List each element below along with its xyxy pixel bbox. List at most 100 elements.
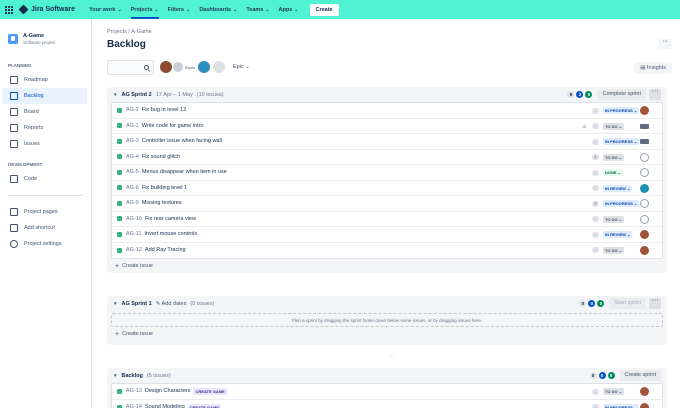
drag-handle-icon[interactable]: ⁘ bbox=[388, 352, 394, 360]
status-dropdown[interactable]: IN PROGRESS ⌄ bbox=[603, 200, 640, 207]
assignee-avatar[interactable] bbox=[640, 245, 649, 255]
issue-row[interactable]: AG-14 Sound Modeling CREATE GAME - IN PROGRE… bbox=[112, 400, 662, 408]
backlog-header[interactable]: ▼ Backlog (5 issues) 0 0 0 Create sprint bbox=[107, 368, 667, 383]
estimate-badge[interactable]: - bbox=[592, 231, 599, 238]
avatar[interactable] bbox=[198, 61, 211, 73]
sidebar-item-code[interactable]: Code bbox=[2, 171, 87, 187]
assignee-avatar[interactable] bbox=[640, 168, 649, 177]
status-dropdown[interactable]: TO DO ⌄ bbox=[603, 215, 625, 223]
estimate-badge[interactable]: - bbox=[592, 247, 599, 253]
estimate-badge[interactable]: - bbox=[592, 388, 599, 395]
create-sprint-button[interactable]: Create sprint bbox=[619, 370, 661, 381]
status-dropdown[interactable]: IN PROGRESS ⌄ bbox=[603, 107, 640, 114]
issue-row[interactable]: AG-5 Menus disappear when item in use - DON… bbox=[112, 165, 662, 181]
epic-filter-dropdown[interactable]: Epic ⌄ bbox=[233, 64, 250, 70]
assignee-avatar[interactable] bbox=[640, 139, 649, 144]
avatar[interactable] bbox=[160, 61, 172, 73]
sidebar-item-project-pages[interactable]: Project pages bbox=[2, 204, 87, 220]
assignee-avatar[interactable] bbox=[640, 230, 649, 239]
jira-logo[interactable]: Jira Software bbox=[18, 4, 75, 15]
issue-key[interactable]: AG-13 bbox=[126, 388, 142, 394]
status-dropdown[interactable]: TO DO ⌄ bbox=[603, 388, 625, 395]
create-button[interactable]: Create bbox=[309, 3, 339, 16]
estimate-badge[interactable]: - bbox=[592, 138, 599, 145]
issue-row[interactable]: AG-13 Design Characters CREATE GAME - TO DO … bbox=[112, 384, 662, 400]
issue-key[interactable]: AG-6 bbox=[126, 185, 139, 191]
estimate-badge[interactable]: - bbox=[592, 169, 599, 176]
issue-row[interactable]: AG-11 Invert mouse controls - IN REVIEW ⌄ bbox=[112, 227, 662, 243]
complete-sprint-button[interactable]: Complete sprint bbox=[597, 89, 646, 100]
nav-teams[interactable]: Teams ⌄ bbox=[246, 0, 269, 19]
issue-row[interactable]: AG-12 Add Ray Tracing - TO DO ⌄ bbox=[112, 243, 662, 259]
issue-key[interactable]: AG-5 bbox=[126, 169, 139, 175]
estimate-badge[interactable]: 2 bbox=[592, 200, 599, 207]
issue-key[interactable]: AG-2 bbox=[126, 107, 139, 113]
nav-apps[interactable]: Apps ⌄ bbox=[279, 0, 299, 19]
sidebar-item-add-shortcut[interactable]: Add shortcut bbox=[2, 220, 87, 236]
add-dates-button[interactable]: ✎ Add dates bbox=[156, 301, 187, 307]
sidebar-item-reports[interactable]: Reports bbox=[2, 120, 87, 136]
chevron-down-icon[interactable]: ▼ bbox=[113, 92, 117, 97]
status-dropdown[interactable]: IN PROGRESS ⌄ bbox=[603, 403, 640, 408]
create-issue-button[interactable]: + Create issue bbox=[107, 259, 667, 273]
start-sprint-button[interactable]: Start sprint bbox=[609, 298, 646, 309]
issue-row[interactable]: AG-6 Fix building level 1 - IN REVIEW ⌄ bbox=[112, 181, 662, 196]
sidebar-item-board[interactable]: Board bbox=[2, 104, 87, 120]
sidebar-item-backlog[interactable]: Backlog bbox=[2, 88, 87, 104]
issue-row[interactable]: AG-4 Fix sound glitch 1 TO DO ⌄ bbox=[112, 150, 662, 165]
nav-your-work[interactable]: Your work ⌄ bbox=[89, 0, 122, 19]
assignee-avatar[interactable] bbox=[640, 387, 649, 396]
issue-key[interactable]: AG-10 bbox=[126, 216, 142, 222]
issue-row[interactable]: AG-2 Fix bug in level 12 - IN PROGRESS ⌄ bbox=[112, 103, 662, 119]
issue-key[interactable]: AG-9 bbox=[126, 200, 139, 206]
breadcrumb-projects[interactable]: Projects bbox=[107, 29, 127, 35]
assignee-avatar[interactable] bbox=[640, 199, 649, 208]
assignee-avatar[interactable] bbox=[640, 214, 649, 224]
status-dropdown[interactable]: DONE ⌄ bbox=[603, 169, 624, 176]
status-dropdown[interactable]: IN REVIEW ⌄ bbox=[603, 231, 633, 238]
insights-button[interactable]: ▤ Insights bbox=[634, 62, 672, 74]
issue-key[interactable]: AG-11 bbox=[126, 231, 142, 237]
unassigned-avatar[interactable] bbox=[213, 61, 226, 73]
status-dropdown[interactable]: IN PROGRESS ⌄ bbox=[603, 138, 640, 145]
estimate-badge[interactable]: - bbox=[592, 404, 599, 408]
status-dropdown[interactable]: TO DO ⌄ bbox=[603, 122, 625, 130]
issue-key[interactable]: AG-14 bbox=[126, 404, 142, 408]
epic-label[interactable]: CREATE GAME bbox=[187, 403, 221, 408]
sidebar-item-issues[interactable]: Issues bbox=[2, 136, 87, 152]
sidebar-item-roadmap[interactable]: Roadmap bbox=[2, 72, 87, 88]
estimate-badge[interactable]: - bbox=[592, 185, 599, 191]
issue-row[interactable]: AG-1 Write code for game intro ⚠ - TO DO ⌄ bbox=[112, 119, 662, 134]
issue-row[interactable]: AG-10 Fix rear camera view - TO DO ⌄ bbox=[112, 212, 662, 227]
sprint-header[interactable]: ▼ AG Sprint 1 ✎ Add dates (0 issues) 0 0… bbox=[107, 296, 667, 311]
nav-dashboards[interactable]: Dashboards ⌄ bbox=[199, 0, 237, 19]
assignee-avatar[interactable] bbox=[640, 183, 649, 193]
project-header[interactable]: A-Game Software project bbox=[0, 19, 91, 53]
sprint-more-button[interactable]: ··· bbox=[649, 297, 661, 309]
assignee-avatar[interactable] bbox=[640, 402, 649, 408]
create-issue-button[interactable]: + Create issue bbox=[107, 327, 667, 341]
more-actions-button[interactable]: ··· bbox=[658, 38, 672, 49]
status-dropdown[interactable]: TO DO ⌄ bbox=[603, 246, 625, 254]
sprint-header[interactable]: ▼ AG Sprint 2 17 Apr – 1 May (10 issues)… bbox=[107, 87, 667, 102]
estimate-badge[interactable]: 1 bbox=[592, 154, 599, 160]
chevron-down-icon[interactable]: ▼ bbox=[113, 373, 117, 378]
nav-filters[interactable]: Filters ⌄ bbox=[168, 0, 191, 19]
issue-row[interactable]: AG-3 Controller issue when facing wall - IN… bbox=[112, 134, 662, 150]
estimate-badge[interactable]: - bbox=[592, 123, 599, 129]
assignee-avatar[interactable] bbox=[640, 152, 649, 162]
nav-projects[interactable]: Projects ⌄ bbox=[130, 0, 159, 19]
sprint-more-button[interactable]: ··· bbox=[649, 88, 661, 100]
issue-row[interactable]: AG-9 Missing textures 2 IN PROGRESS ⌄ bbox=[112, 196, 662, 212]
assignee-avatar[interactable] bbox=[640, 123, 649, 129]
assignee-avatar[interactable] bbox=[640, 106, 649, 115]
issue-key[interactable]: AG-1 bbox=[126, 123, 139, 129]
sidebar-item-project-settings[interactable]: Project settings bbox=[2, 236, 87, 252]
avatar[interactable] bbox=[173, 62, 183, 72]
search-input[interactable] bbox=[107, 60, 154, 75]
breadcrumb-project[interactable]: A-Game bbox=[131, 29, 151, 35]
estimate-badge[interactable]: - bbox=[592, 107, 599, 114]
issue-key[interactable]: AG-4 bbox=[126, 154, 139, 160]
issue-key[interactable]: AG-3 bbox=[126, 138, 139, 144]
app-switcher-icon[interactable] bbox=[5, 5, 13, 14]
